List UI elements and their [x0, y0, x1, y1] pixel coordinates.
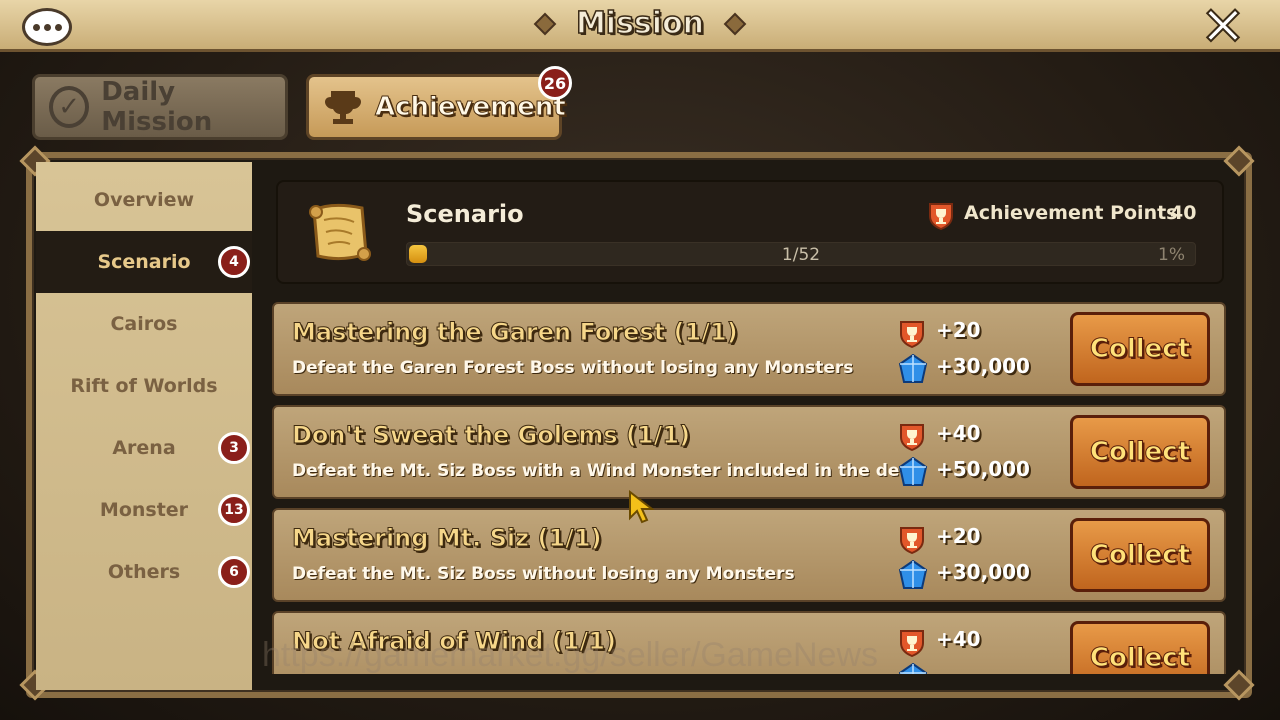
achievement-points-value: 40 — [1170, 202, 1197, 224]
tab-achievement-label: Achievement — [375, 92, 567, 123]
category-title: Scenario — [406, 200, 524, 228]
collect-button[interactable]: Collect — [1070, 518, 1210, 592]
crystal-gem-icon — [898, 662, 928, 674]
mission-description: Defeat the Mt. Siz Boss with a Wind Mons… — [292, 461, 921, 481]
mission-title: Mastering the Garen Forest (1/1) — [292, 318, 739, 347]
reward-points: +20 — [936, 318, 981, 342]
mission-title: Mastering Mt. Siz (1/1) — [292, 524, 603, 553]
notification-badge: 3 — [218, 432, 250, 464]
tab-achievement[interactable]: Achievement — [306, 74, 566, 140]
close-icon[interactable]: ✕ — [1198, 0, 1248, 55]
trophy-icon — [323, 87, 363, 127]
sidebar-item-arena[interactable]: Arena 3 — [36, 417, 252, 479]
mission-description: Defeat the Mt. Siz Boss without losing a… — [292, 564, 795, 584]
achievement-count-badge: 26 — [538, 66, 572, 100]
window-title: Mission — [575, 5, 705, 42]
sidebar-item-label: Overview — [93, 189, 195, 211]
tab-daily-mission[interactable]: ✓ Daily Mission — [32, 74, 288, 140]
title-bar: Mission ✕ — [0, 0, 1280, 55]
collect-button[interactable]: Collect — [1070, 415, 1210, 489]
reward-points: +40 — [936, 421, 981, 445]
mouse-cursor-icon — [628, 489, 655, 528]
mission-description: Defeat the Garen Forest Boss without los… — [292, 358, 854, 378]
achievement-trophy-icon — [898, 423, 926, 455]
achievement-trophy-icon — [898, 320, 926, 352]
mission-title: Don't Sweat the Golems (1/1) — [291, 421, 691, 450]
sidebar-item-label: Rift of Worlds — [70, 375, 218, 397]
sidebar-item-scenario[interactable]: Scenario 4 — [36, 231, 252, 293]
sidebar-item-label: Scenario — [97, 251, 191, 273]
watermark-text: https://gamemarket.gg/seller/GameNews — [262, 636, 879, 674]
category-header: Scenario Achievement Points 40 1/52 1% — [276, 180, 1224, 284]
sidebar-item-label: Arena — [112, 437, 176, 459]
reward-points: +40 — [936, 627, 981, 651]
sidebar-item-cairos[interactable]: Cairos — [36, 293, 252, 355]
mission-row: Mastering the Garen Forest (1/1) Defeat … — [272, 302, 1226, 396]
mission-list[interactable]: Mastering the Garen Forest (1/1) Defeat … — [272, 298, 1226, 674]
sidebar-item-label: Cairos — [110, 313, 178, 335]
sidebar-item-monster[interactable]: Monster 13 — [36, 479, 252, 541]
crystal-gem-icon — [898, 456, 928, 493]
notification-badge: 4 — [218, 246, 250, 278]
achievement-points-label: Achievement Points — [964, 202, 1178, 224]
notification-badge: 6 — [218, 556, 250, 588]
sidebar-item-others[interactable]: Others 6 — [36, 541, 252, 603]
reward-crystals: +50,000 — [936, 457, 1030, 481]
collect-button[interactable]: Collect — [1070, 621, 1210, 674]
sidebar-item-rift-of-worlds[interactable]: Rift of Worlds — [36, 355, 252, 417]
crystal-gem-icon — [898, 353, 928, 390]
collect-button[interactable]: Collect — [1070, 312, 1210, 386]
reward-crystals: +30,000 — [936, 560, 1030, 584]
sidebar-item-overview[interactable]: Overview — [36, 169, 252, 231]
achievement-trophy-icon — [898, 526, 926, 558]
scroll-map-icon — [302, 198, 378, 270]
achievement-trophy-icon — [898, 629, 926, 661]
mission-row: Mastering Mt. Siz (1/1) Defeat the Mt. S… — [272, 508, 1226, 602]
mission-row: Don't Sweat the Golems (1/1) Defeat the … — [272, 405, 1226, 499]
checkmark-icon: ✓ — [49, 86, 90, 128]
crystal-gem-icon — [898, 559, 928, 596]
tab-daily-mission-label: Daily Mission — [101, 77, 213, 137]
progress-count: 1/52 — [781, 245, 821, 265]
reward-points: +20 — [936, 524, 981, 548]
progress-percent: 1% — [1158, 245, 1185, 265]
category-progress-bar: 1/52 1% — [406, 242, 1196, 266]
sidebar-item-label: Others — [107, 561, 181, 583]
achievement-trophy-icon — [928, 202, 954, 234]
reward-crystals: +30,000 — [936, 354, 1030, 378]
category-sidebar: Overview Scenario 4 Cairos Rift of World… — [36, 162, 252, 690]
sidebar-item-label: Monster — [99, 499, 189, 521]
notification-badge: 13 — [218, 494, 250, 526]
